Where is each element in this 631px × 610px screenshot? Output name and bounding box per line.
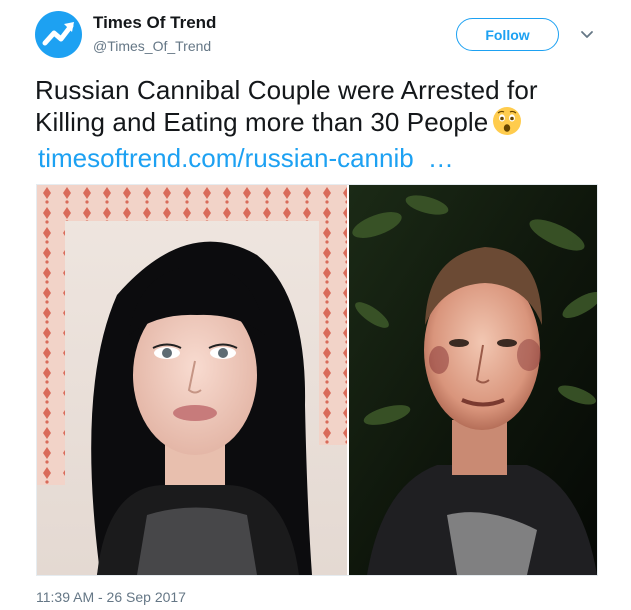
man-bruised-face-photo bbox=[349, 185, 597, 575]
tweet-header: Times Of Trend @Times_Of_Trend Follow bbox=[0, 0, 631, 70]
author-display-name[interactable]: Times Of Trend bbox=[93, 13, 216, 33]
tweet-media[interactable] bbox=[36, 184, 598, 576]
tweet-link[interactable]: timesoftrend.com/russian-cannib … bbox=[38, 142, 454, 174]
tweet-text: Russian Cannibal Couple were Arrested fo… bbox=[35, 74, 615, 138]
woman-passport-photo bbox=[37, 185, 347, 575]
follow-button[interactable]: Follow bbox=[456, 18, 559, 51]
tweet-link-text[interactable]: timesoftrend.com/russian-cannib bbox=[38, 143, 414, 173]
author-handle[interactable]: @Times_Of_Trend bbox=[93, 38, 211, 54]
astonished-face-emoji bbox=[493, 107, 522, 135]
trend-arrow-icon bbox=[42, 22, 74, 46]
tweet-timestamp[interactable]: 11:39 AM - 26 Sep 2017 bbox=[36, 589, 186, 605]
tweet-link-ellipsis[interactable]: … bbox=[428, 143, 454, 173]
avatar[interactable] bbox=[35, 11, 82, 58]
media-photo-collage bbox=[37, 185, 597, 575]
tweet-body: Russian Cannibal Couple were Arrested fo… bbox=[35, 75, 538, 137]
chevron-down-icon[interactable] bbox=[578, 26, 596, 44]
